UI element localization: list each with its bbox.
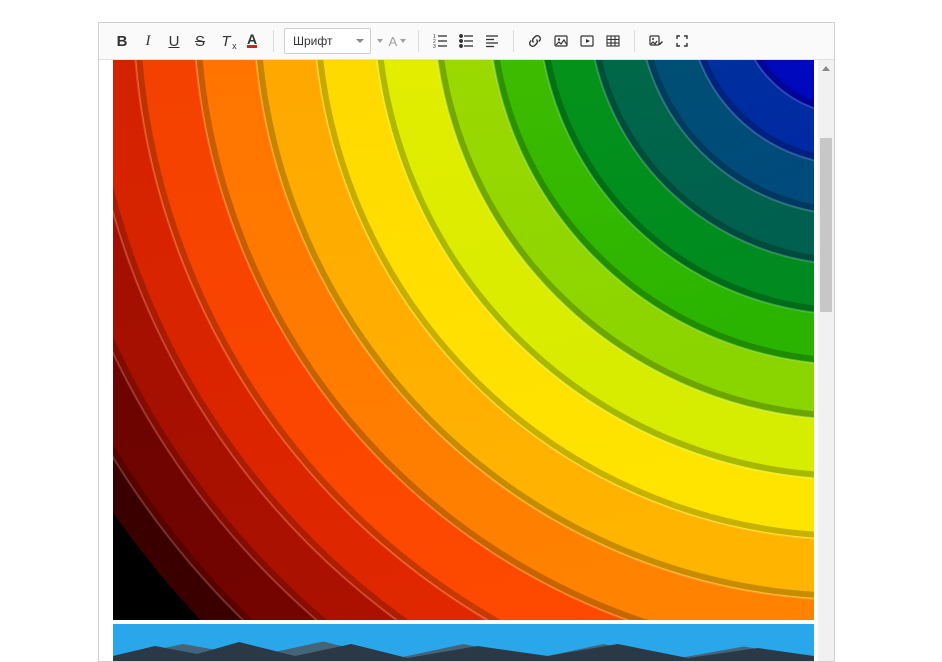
strikethrough-button[interactable]: S — [187, 28, 213, 54]
image-edit-icon — [648, 33, 664, 49]
ordered-list-button[interactable]: 1 2 3 — [427, 28, 453, 54]
editor-toolbar: B I U S Tx A Шрифт — [99, 23, 834, 60]
chevron-down-icon — [377, 39, 383, 43]
rich-text-editor: B I U S Tx A Шрифт — [98, 22, 835, 662]
fullscreen-icon — [674, 33, 690, 49]
align-button[interactable] — [479, 28, 505, 54]
view-group — [639, 28, 699, 54]
strikethrough-icon: S — [195, 34, 205, 49]
text-color-button[interactable]: A — [239, 28, 265, 54]
editor-content-area[interactable] — [99, 60, 834, 661]
chevron-down-icon — [400, 39, 406, 43]
insert-group — [518, 28, 630, 54]
unordered-list-icon — [458, 33, 474, 49]
underline-icon: U — [169, 34, 180, 49]
underline-button[interactable]: U — [161, 28, 187, 54]
paragraph-group: 1 2 3 — [423, 28, 509, 54]
chevron-down-icon — [356, 39, 364, 43]
image-button[interactable] — [548, 28, 574, 54]
editor-viewport — [99, 60, 818, 661]
fullscreen-button[interactable] — [669, 28, 695, 54]
italic-icon: I — [146, 34, 151, 49]
scroll-up-button[interactable] — [818, 60, 834, 76]
scrollbar-thumb[interactable] — [820, 138, 832, 312]
font-group: Шрифт A — [278, 28, 414, 54]
svg-text:3: 3 — [433, 44, 436, 49]
font-size-select[interactable]: A — [373, 29, 410, 53]
table-icon — [605, 33, 621, 49]
align-left-icon — [484, 33, 500, 49]
ordered-list-icon: 1 2 3 — [432, 33, 448, 49]
text-style-group: B I U S Tx A — [105, 28, 269, 54]
italic-button[interactable]: I — [135, 28, 161, 54]
video-icon — [579, 33, 595, 49]
toolbar-separator — [634, 30, 635, 52]
vertical-scrollbar[interactable] — [818, 60, 834, 661]
bold-button[interactable]: B — [109, 28, 135, 54]
bold-icon: B — [117, 34, 128, 49]
unordered-list-button[interactable] — [453, 28, 479, 54]
table-button[interactable] — [600, 28, 626, 54]
image-icon — [553, 33, 569, 49]
text-color-icon: A — [247, 34, 257, 48]
embedded-image[interactable] — [113, 60, 814, 620]
font-family-label: Шрифт — [293, 34, 332, 48]
clear-formatting-icon: Tx — [221, 34, 230, 49]
chevron-up-icon — [822, 66, 830, 71]
image-manager-button[interactable] — [643, 28, 669, 54]
embedded-image[interactable] — [113, 624, 814, 661]
link-button[interactable] — [522, 28, 548, 54]
font-size-label: A — [388, 34, 397, 49]
toolbar-separator — [418, 30, 419, 52]
toolbar-separator — [273, 30, 274, 52]
clear-formatting-button[interactable]: Tx — [213, 28, 239, 54]
link-icon — [527, 33, 543, 49]
font-family-select[interactable]: Шрифт — [284, 28, 371, 54]
video-button[interactable] — [574, 28, 600, 54]
toolbar-separator — [513, 30, 514, 52]
